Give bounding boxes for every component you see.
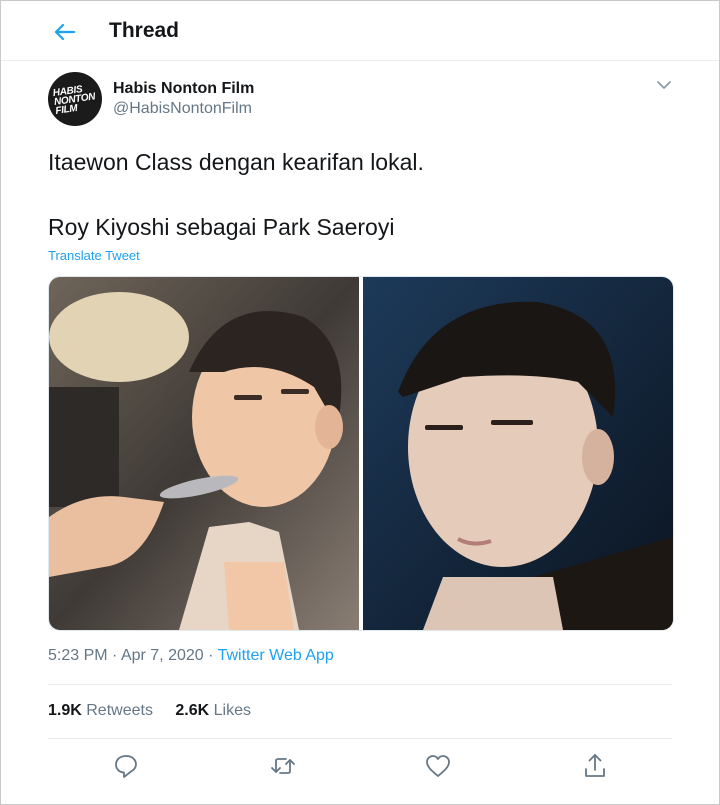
- retweets-label: Retweets: [86, 702, 153, 719]
- tweet-text-line-2: Roy Kiyoshi sebagai Park Saeroyi: [48, 214, 395, 240]
- tweet-time[interactable]: 5:23 PM: [48, 647, 108, 664]
- heart-icon[interactable]: [423, 751, 453, 781]
- reply-icon[interactable]: [111, 751, 141, 781]
- author-handle[interactable]: @HabisNontonFilm: [113, 100, 252, 118]
- thread-header: Thread: [1, 1, 719, 61]
- divider: [48, 684, 672, 685]
- likes-count: 2.6K: [175, 702, 210, 719]
- tweet-text-line-1: Itaewon Class dengan kearifan lokal.: [48, 149, 424, 175]
- arrow-left-icon[interactable]: [51, 20, 77, 44]
- chevron-down-icon[interactable]: [655, 78, 673, 92]
- tweet-window: Thread HABIS NONTON FILM Habis Nonton Fi…: [0, 0, 720, 805]
- page-title: Thread: [109, 19, 180, 42]
- avatar[interactable]: HABIS NONTON FILM: [48, 72, 102, 126]
- retweets-count: 1.9K: [48, 702, 82, 719]
- likes-stat[interactable]: 2.6K Likes: [175, 702, 251, 720]
- photo-right[interactable]: [363, 277, 673, 630]
- author-display-name[interactable]: Habis Nonton Film: [113, 80, 254, 98]
- divider: [48, 738, 672, 739]
- meta-separator: ·: [208, 647, 214, 664]
- tweet-media: [48, 276, 674, 631]
- likes-label: Likes: [213, 702, 252, 719]
- tweet-stats: 1.9K Retweets 2.6K Likes: [48, 702, 251, 720]
- tweet-date[interactable]: Apr 7, 2020: [121, 647, 204, 664]
- photo-left[interactable]: [49, 277, 359, 630]
- meta-separator: ·: [112, 647, 118, 664]
- translate-tweet-link[interactable]: Translate Tweet: [48, 248, 140, 263]
- retweet-icon[interactable]: [268, 751, 298, 781]
- share-icon[interactable]: [580, 751, 610, 781]
- avatar-logo: HABIS NONTON FILM: [52, 84, 96, 117]
- retweets-stat[interactable]: 1.9K Retweets: [48, 702, 153, 720]
- source-app-link[interactable]: Twitter Web App: [218, 647, 334, 664]
- tweet-timestamp: 5:23 PM · Apr 7, 2020 · Twitter Web App: [48, 647, 334, 665]
- tweet-actions: [1, 751, 719, 781]
